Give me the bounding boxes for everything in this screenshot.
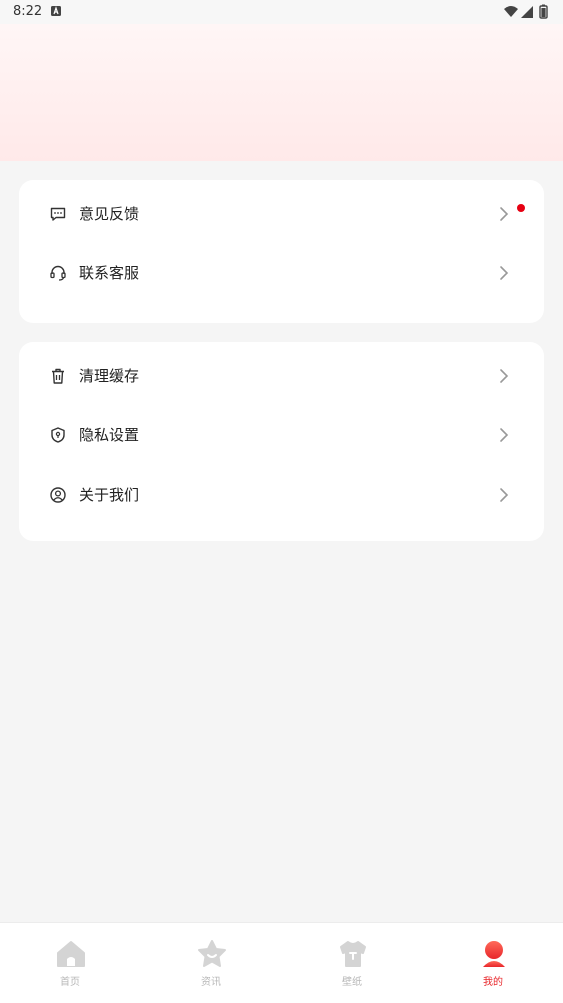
menu-item-label: 关于我们 <box>79 486 140 504</box>
menu-card-feedback: 意见反馈 联系客服 <box>19 180 544 323</box>
user-circle-icon <box>50 487 66 503</box>
tab-label: 首页 <box>60 977 80 988</box>
wifi-icon <box>504 6 518 17</box>
profile-header-background <box>0 24 563 161</box>
menu-item-label: 隐私设置 <box>79 426 140 444</box>
star-icon <box>198 940 226 967</box>
status-bar: 8:22 <box>0 0 563 24</box>
menu-item-feedback[interactable]: 意见反馈 <box>19 192 544 236</box>
bottom-tab-bar: 首页 资讯 壁纸 我的 <box>0 922 563 1003</box>
menu-item-label: 联系客服 <box>79 264 140 282</box>
headset-icon <box>50 265 66 281</box>
menu-item-label: 清理缓存 <box>79 367 140 385</box>
menu-item-about-us[interactable]: 关于我们 <box>19 473 544 517</box>
menu-item-clear-cache[interactable]: 清理缓存 <box>19 354 544 398</box>
menu-card-settings: 清理缓存 隐私设置 关于我们 <box>19 342 544 541</box>
home-icon <box>57 941 85 967</box>
tab-wallpaper[interactable]: 壁纸 <box>282 923 422 1003</box>
tab-news[interactable]: 资讯 <box>141 923 281 1003</box>
status-icons <box>504 4 548 19</box>
tab-mine[interactable]: 我的 <box>423 923 563 1003</box>
chevron-right-icon <box>500 488 509 502</box>
chevron-right-icon <box>500 428 509 442</box>
message-icon <box>50 207 66 221</box>
shield-icon <box>51 427 65 443</box>
tab-label: 资讯 <box>201 977 221 988</box>
trash-icon <box>52 368 64 384</box>
menu-item-label: 意见反馈 <box>79 205 140 223</box>
menu-item-privacy-settings[interactable]: 隐私设置 <box>19 413 544 457</box>
tab-label: 我的 <box>483 977 503 988</box>
menu-item-customer-service[interactable]: 联系客服 <box>19 251 544 295</box>
notification-badge <box>517 204 525 212</box>
chevron-right-icon <box>500 369 509 383</box>
status-time: 8:22 <box>13 4 43 19</box>
chevron-right-icon <box>500 266 509 280</box>
tab-label: 壁纸 <box>342 977 362 988</box>
shirt-icon <box>340 941 366 967</box>
chevron-right-icon <box>500 207 509 221</box>
signal-icon <box>521 6 533 18</box>
profile-icon <box>483 941 505 967</box>
notification-icon <box>51 6 61 16</box>
tab-home[interactable]: 首页 <box>0 923 140 1003</box>
